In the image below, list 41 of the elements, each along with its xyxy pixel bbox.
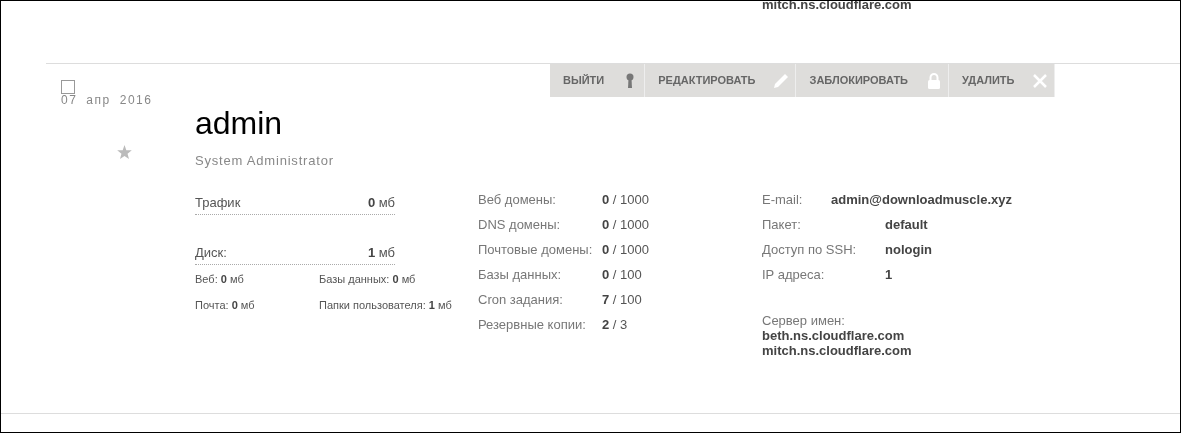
limit-value: 0 / 1000 <box>602 191 649 210</box>
info-value: 1 <box>885 266 893 285</box>
info-value: default <box>885 216 928 235</box>
pencil-icon <box>773 71 790 90</box>
star-icon[interactable] <box>117 145 132 159</box>
info-label: IP адреса: <box>762 266 826 285</box>
close-icon <box>1032 71 1049 90</box>
lock-action-button[interactable]: ЗАБЛОКИРОВАТЬ <box>796 64 949 97</box>
name-server-text: beth.ns.cloudflare.com <box>762 327 906 343</box>
disk-detail-text: Веб: 0 мб <box>195 271 245 287</box>
limit-label: Резервные копии: <box>478 316 587 335</box>
lock-icon <box>926 71 942 90</box>
disk-detail-text: Базы данных: 0 мб <box>319 271 417 287</box>
info-label: E-mail: <box>762 191 804 210</box>
name-server-label: Сервер имен: <box>762 312 846 328</box>
limit-label: Cron задания: <box>478 291 564 310</box>
username-title: admin <box>195 105 284 141</box>
limit-label: Почтовые домены: <box>478 241 594 260</box>
info-value: nologin <box>885 241 932 260</box>
disk-detail-text: Почта: 0 мб <box>195 298 256 313</box>
info-value: admin@downloadmuscle.xyz <box>831 191 1012 210</box>
key-action-button[interactable]: ВЫЙТИ <box>550 64 646 97</box>
limit-label: DNS домены: <box>478 216 562 235</box>
edit-action-button[interactable]: РЕДАКТИРОВАТЬ <box>645 64 797 97</box>
limit-value: 2 / 3 <box>602 316 628 335</box>
limit-value: 0 / 100 <box>602 266 642 285</box>
usage-row: Диск: 1 мб <box>195 242 395 265</box>
usage-row: Трафик 0 мб <box>195 192 395 215</box>
date-text: 07 апр 2016 <box>61 92 153 109</box>
limit-label: Базы данных: <box>478 266 563 285</box>
limit-value: 0 / 1000 <box>602 241 649 260</box>
info-label: Пакет: <box>762 216 802 235</box>
disk-detail-text: Папки пользователя: 1 мб <box>319 298 453 313</box>
checkbox[interactable] <box>61 80 75 94</box>
limit-value: 7 / 100 <box>602 291 642 310</box>
name-server-text: mitch.ns.cloudflare.com <box>762 342 913 358</box>
info-label: Доступ по SSH: <box>762 241 858 260</box>
limit-label: Веб домены: <box>478 191 557 210</box>
limit-value: 0 / 1000 <box>602 216 649 235</box>
delete-action-button[interactable]: УДАЛИТЬ <box>949 64 1056 97</box>
role-text: System Administrator <box>195 152 335 170</box>
